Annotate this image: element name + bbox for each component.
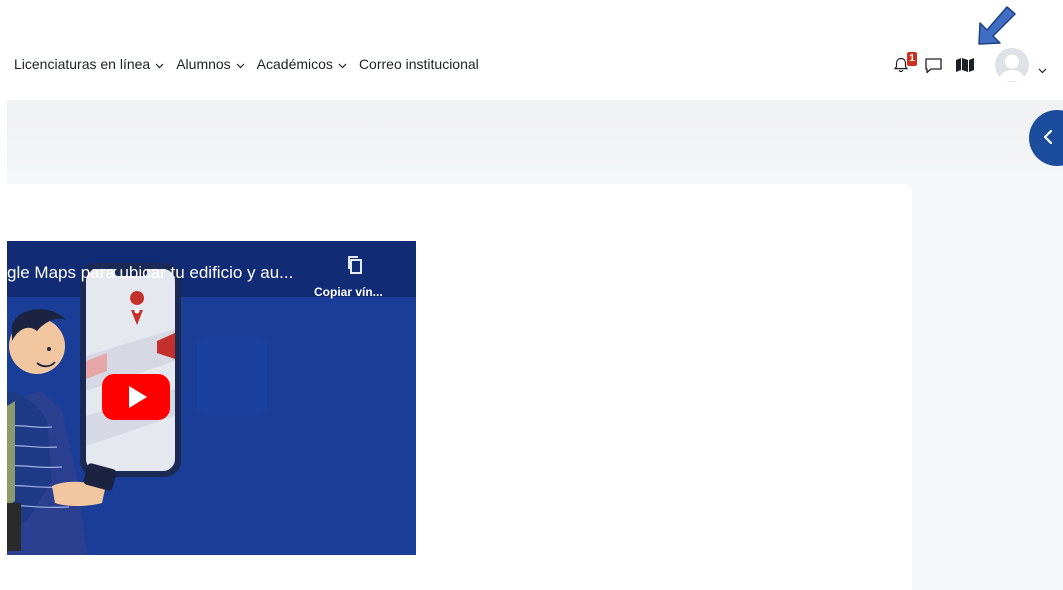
nav-item-academicos[interactable]: Académicos [257, 56, 347, 72]
annotation-arrow-icon [974, 4, 1018, 53]
nav-item-alumnos[interactable]: Alumnos [176, 56, 245, 72]
nav-item-label: Correo institucional [358, 56, 479, 72]
embedded-video-player[interactable]: gle Maps para ubicar tu edificio y au...… [7, 241, 416, 555]
messages-button[interactable] [924, 57, 943, 79]
chevron-down-icon [338, 56, 347, 72]
nav-item-label: Licenciaturas en línea [14, 56, 151, 72]
primary-navigation: Licenciaturas en línea Alumnos Académico… [14, 56, 491, 72]
top-navbar: Licenciaturas en línea Alumnos Académico… [0, 0, 1063, 100]
chevron-left-icon [1043, 129, 1053, 149]
copy-link-label: Copiar vín... [314, 285, 383, 299]
map-button[interactable] [955, 57, 975, 78]
nav-item-label: Alumnos [176, 56, 231, 72]
copy-link-button[interactable] [346, 255, 364, 280]
map-icon [955, 58, 975, 77]
left-edge [0, 0, 7, 590]
chevron-down-icon [1038, 61, 1047, 78]
chevron-down-icon [155, 56, 164, 72]
chat-icon [924, 58, 943, 78]
chevron-down-icon [236, 56, 245, 72]
nav-item-correo-institucional[interactable]: Correo institucional [359, 56, 479, 72]
nav-item-label: Académicos [256, 56, 333, 72]
copy-icon [346, 256, 364, 279]
notification-count-badge: 1 [907, 52, 917, 66]
page-header-band [0, 100, 1063, 184]
nav-item-licenciaturas[interactable]: Licenciaturas en línea [14, 56, 164, 72]
video-title[interactable]: gle Maps para ubicar tu edificio y au... [7, 263, 293, 283]
notifications-button[interactable]: 1 [892, 52, 917, 76]
user-avatar[interactable] [995, 48, 1029, 82]
user-menu-toggle[interactable] [1038, 61, 1047, 79]
